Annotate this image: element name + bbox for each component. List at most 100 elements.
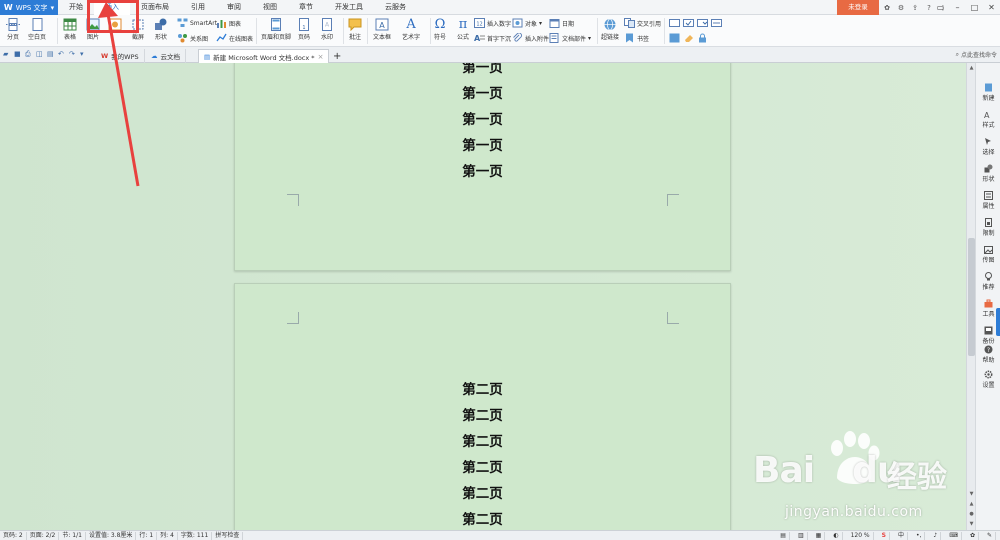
status-pages[interactable]: 页面: 2/2 [27, 531, 60, 540]
menu-developer[interactable]: 开发工具 [324, 0, 374, 15]
page-two[interactable]: 第二页 第二页 第二页 第二页 第二页 第二页 [234, 283, 731, 530]
eye-protection-icon[interactable]: ◐ [830, 532, 843, 540]
print-icon[interactable]: ⎙ [25, 50, 32, 58]
symbol-button[interactable]: Ω 符号 [434, 18, 446, 41]
sidebar-item-restrict[interactable]: 限制 [976, 218, 1000, 237]
restore-icon[interactable]: ▭ [932, 0, 949, 15]
web-mode-icon[interactable]: ▦ [813, 532, 826, 540]
menu-review[interactable]: 审阅 [216, 0, 252, 15]
watermark-button[interactable]: A 水印 [320, 18, 334, 41]
form-shading-icon[interactable] [669, 33, 680, 43]
save-icon[interactable]: ■ [14, 50, 21, 58]
hyperlink-button[interactable]: 超链接 [601, 18, 619, 41]
status-row[interactable]: 行: 1 [136, 531, 158, 540]
open-folder-icon[interactable]: ▰ [3, 50, 10, 58]
sidebar-item-backup[interactable]: 备份 [976, 326, 1000, 345]
skin-icon[interactable]: ✿ [882, 4, 892, 12]
insert-number-button[interactable]: 12 插入数字 [474, 18, 511, 28]
sidebar-item-properties[interactable]: 属性 [976, 191, 1000, 210]
drop-cap-button[interactable]: A 首字下沉 [474, 33, 511, 43]
cross-reference-button[interactable]: 交叉引用 [624, 18, 661, 28]
page-number-button[interactable]: 1 页码 [297, 18, 311, 41]
blank-page-button[interactable]: 空白页 [28, 18, 46, 41]
document-parts-button[interactable]: 文档部件 ▾ [549, 33, 591, 43]
keyboard-icon[interactable]: ⌨ [946, 532, 962, 540]
object-button[interactable]: 对象 ▾ [512, 18, 542, 28]
online-chart-button[interactable]: 在线图表 [216, 33, 253, 43]
table-button[interactable]: 表格 [63, 18, 77, 41]
eraser-icon[interactable] [683, 33, 694, 43]
tab-cloud-docs[interactable]: ☁ 云文档 [146, 49, 186, 63]
wordart-button[interactable]: A 艺术字 [402, 18, 420, 41]
header-footer-button[interactable]: 页眉和页脚 [261, 18, 291, 41]
shape-button[interactable]: 形状 [154, 18, 168, 41]
skin-icon[interactable]: ✿ [967, 532, 979, 540]
login-button[interactable]: 未登录 [837, 0, 879, 15]
command-search[interactable]: ⌕ 点此查找命令 [956, 50, 997, 60]
sidebar-item-shape[interactable]: 形状 [976, 164, 1000, 183]
sogou-ime-icon[interactable]: S [879, 532, 890, 540]
close-tab-icon[interactable]: × [318, 53, 324, 61]
status-word-count[interactable]: 字数: 111 [178, 531, 213, 540]
menu-view[interactable]: 视图 [252, 0, 288, 15]
attachment-button[interactable]: 插入附件 [512, 33, 549, 43]
vertical-scrollbar[interactable]: ▲ ▼ ▲ ● ▼ [966, 63, 975, 530]
smartart-button[interactable]: SmartArt [177, 18, 217, 28]
gear-icon[interactable]: ⚙ [896, 4, 906, 12]
share-icon[interactable]: ⇪ [910, 4, 920, 12]
bookmark-button[interactable]: 书签 [624, 33, 649, 43]
sidebar-item-help[interactable]: ? 帮助 [976, 345, 1000, 364]
picture-button[interactable]: 图片 [86, 18, 100, 41]
customize-icon[interactable]: ▾ [80, 50, 87, 58]
app-menu-button[interactable]: W WPS 文字 ▾ [0, 0, 58, 15]
image-library-button[interactable] [108, 18, 122, 31]
sidebar-item-select[interactable]: 选择 [976, 137, 1000, 156]
document-canvas[interactable]: 第一页 第一页 第一页 第一页 第一页 第二页 第二页 第二页 第二页 第二页 … [0, 63, 966, 530]
status-column[interactable]: 列: 4 [157, 531, 178, 540]
ime-mode[interactable]: 中 [895, 532, 908, 540]
menu-chapter[interactable]: 章节 [288, 0, 324, 15]
menu-cloud[interactable]: 云服务 [374, 0, 417, 15]
export-pdf-icon[interactable]: ▤ [47, 50, 54, 58]
dropdown-field-icon[interactable] [697, 18, 708, 28]
new-tab-button[interactable]: + [328, 49, 346, 63]
status-spell-check[interactable]: 拼写检查 [212, 531, 244, 540]
page-break-button[interactable]: 分页 [6, 18, 20, 41]
redo-icon[interactable]: ↷ [69, 50, 76, 58]
zoom-level[interactable]: 120 % [848, 532, 874, 540]
relation-graph-button[interactable]: 关系图 [177, 33, 208, 43]
formula-button[interactable]: π 公式 [457, 18, 469, 41]
sidebar-item-style[interactable]: A 样式 [976, 110, 1000, 129]
view-mode-icon[interactable]: ▤ [777, 532, 790, 540]
microphone-icon[interactable]: ♪ [930, 532, 942, 540]
chart-button[interactable]: 图表 [216, 18, 241, 28]
punctuation-icon[interactable]: •, [913, 532, 926, 540]
minimize-icon[interactable]: – [949, 0, 966, 15]
form-field-icon[interactable] [669, 18, 680, 28]
comment-button[interactable]: 批注 [348, 18, 362, 41]
status-setting[interactable]: 设置值: 3.8厘米 [86, 531, 137, 540]
maximize-icon[interactable]: □ [966, 0, 983, 15]
tab-current-document[interactable]: ▤ 新建 Microsoft Word 文档.docx * × [198, 49, 330, 63]
tab-my-wps[interactable]: W 我的WPS [96, 49, 145, 63]
sidebar-item-upload-image[interactable]: 传图 [976, 245, 1000, 264]
scroll-thumb[interactable] [968, 238, 975, 356]
status-section[interactable]: 节: 1/1 [59, 531, 86, 540]
textbox-button[interactable]: A 文本框 [373, 18, 391, 41]
undo-icon[interactable]: ↶ [58, 50, 65, 58]
date-button[interactable]: 日期 [549, 18, 574, 28]
sidebar-item-settings[interactable]: 设置 [976, 370, 1000, 389]
print-preview-icon[interactable]: ◫ [36, 50, 43, 58]
checkbox-field-icon[interactable] [683, 18, 694, 28]
page-one[interactable]: 第一页 第一页 第一页 第一页 第一页 [234, 63, 731, 271]
design-mode-icon[interactable] [711, 18, 722, 28]
close-icon[interactable]: ✕ [983, 0, 1000, 15]
read-mode-icon[interactable]: ▥ [795, 532, 808, 540]
status-page[interactable]: 页码: 2 [0, 531, 27, 540]
menu-references[interactable]: 引用 [180, 0, 216, 15]
lock-icon[interactable] [697, 33, 708, 43]
sidebar-item-new[interactable]: 新建 [976, 83, 1000, 102]
tools-icon[interactable]: ✎ [984, 532, 996, 540]
screenshot-button[interactable]: 截屏 [131, 18, 145, 41]
sidebar-item-recommend[interactable]: 推荐 [976, 272, 1000, 291]
